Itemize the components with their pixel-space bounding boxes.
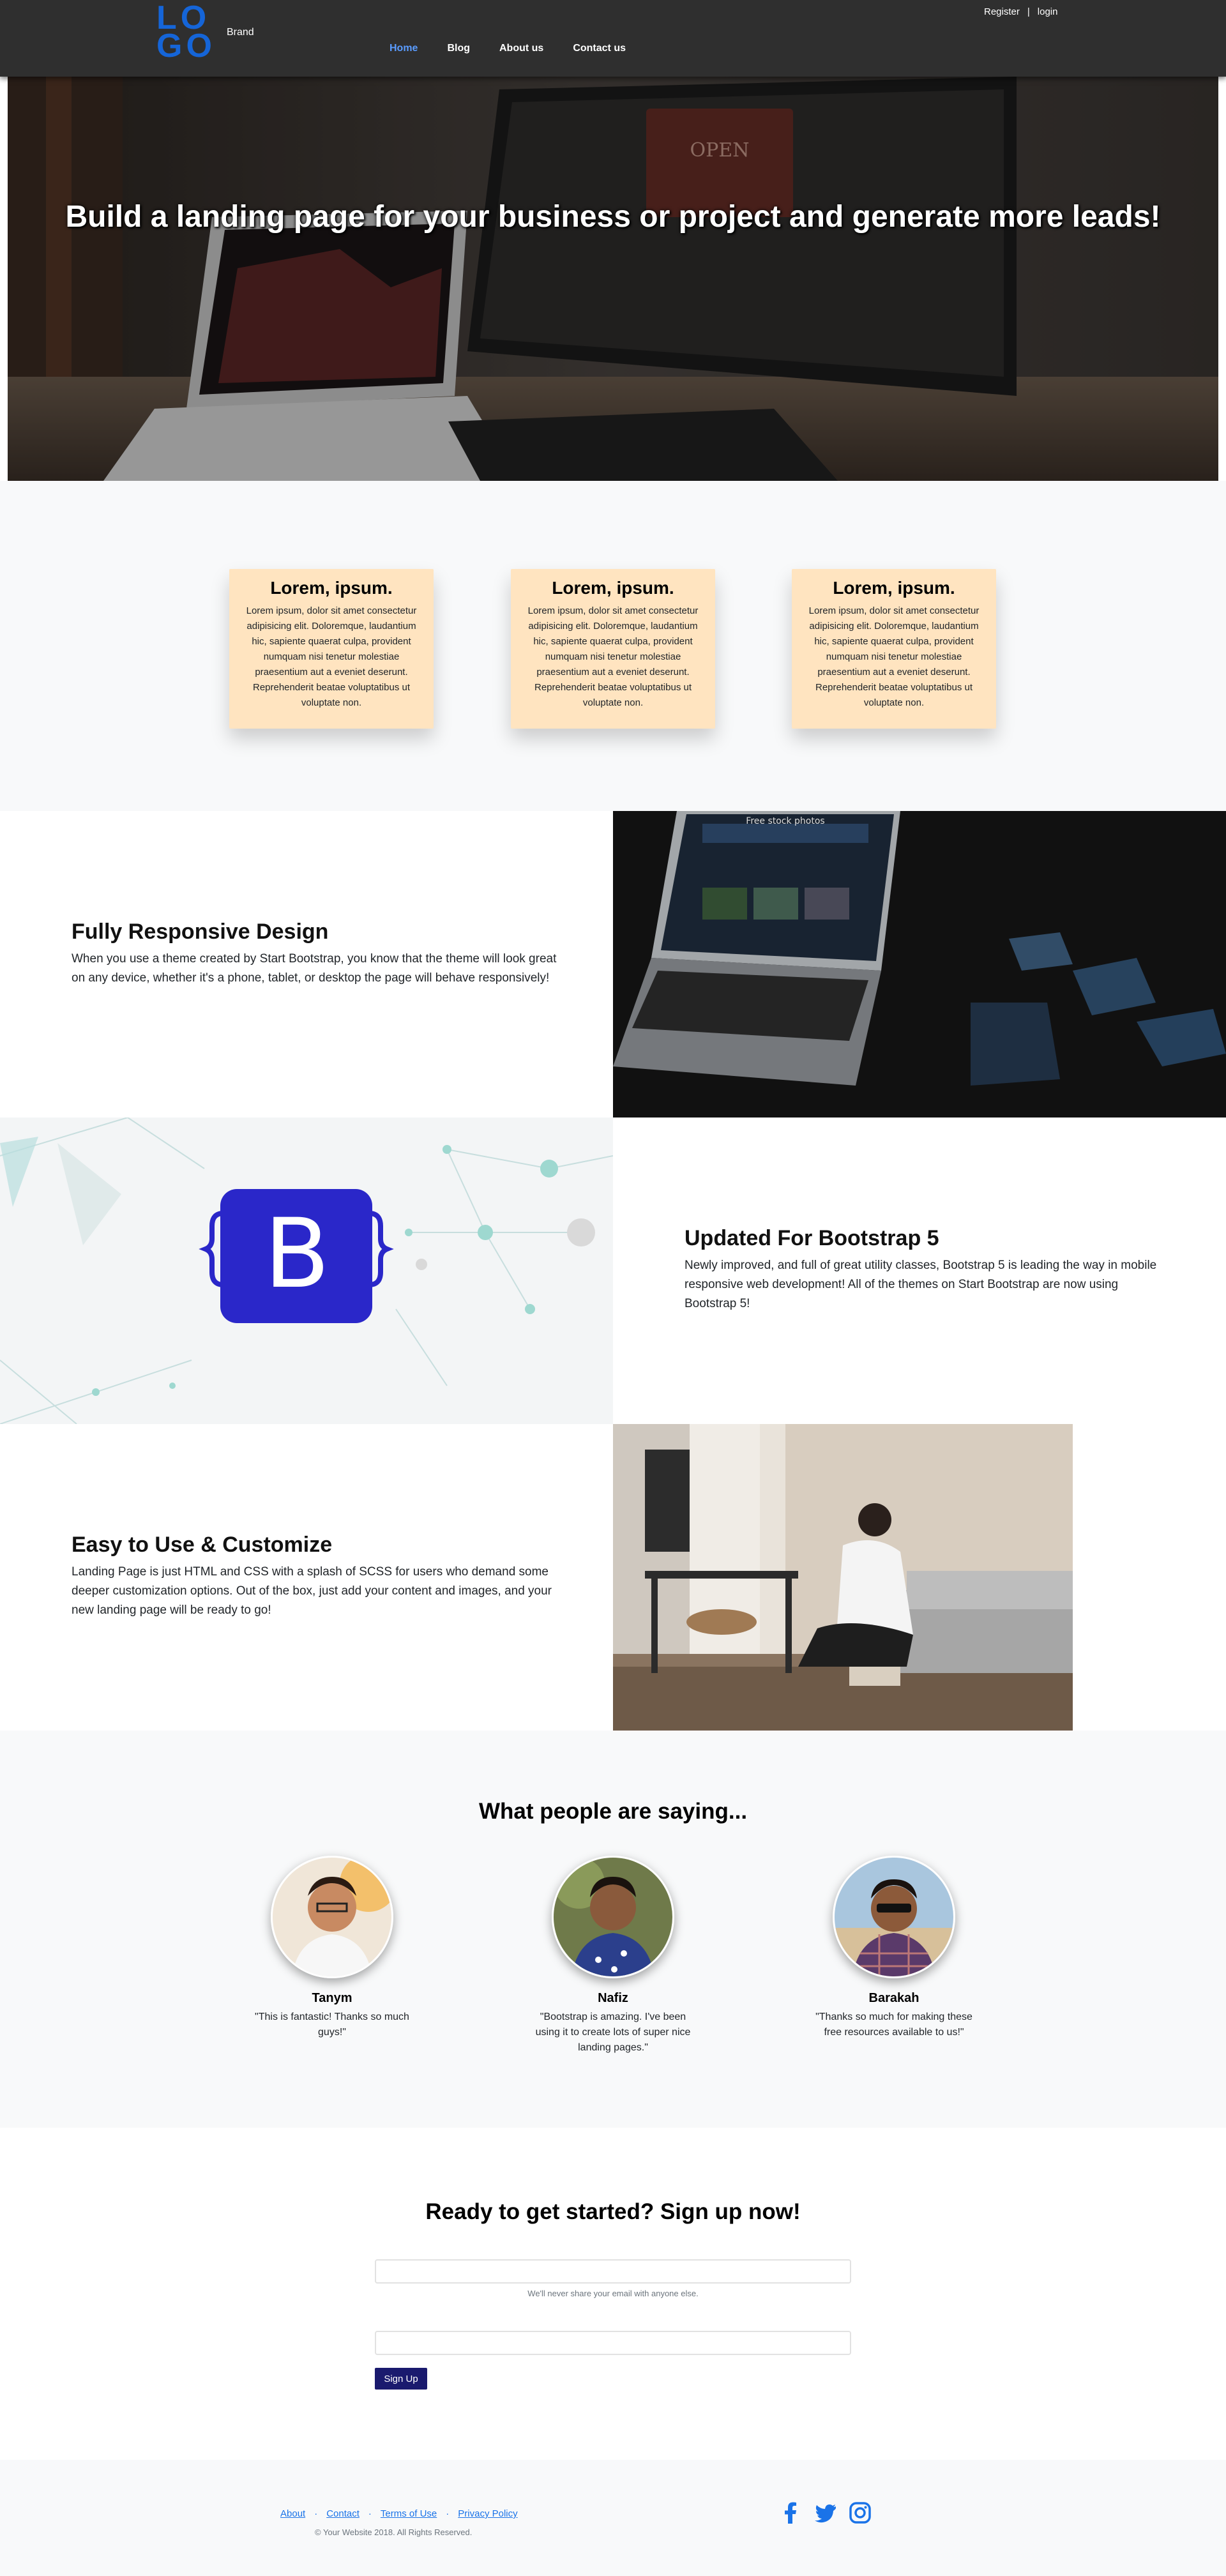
login-link[interactable]: login (1038, 6, 1058, 17)
hero-background-image: OPEN (8, 77, 1218, 481)
bootstrap-logo-icon: B (264, 1199, 330, 1310)
testimonial-card: Nafiz "Bootstrap is amazing. I've been u… (517, 1856, 709, 2056)
logo[interactable]: LO GO (156, 1, 216, 64)
footer-link-contact[interactable]: Contact (326, 2508, 359, 2519)
testimonials-heading: What people are saying... (478, 1799, 748, 1824)
register-link[interactable]: Register (984, 6, 1020, 17)
footer: About · Contact · Terms of Use · Privacy… (0, 2460, 1226, 2576)
testimonial-name: Barakah (868, 1991, 920, 2005)
social-links (780, 2502, 871, 2524)
nav-contact[interactable]: Contact us (573, 43, 626, 54)
nav-blog[interactable]: Blog (447, 43, 470, 54)
showcase-title: Fully Responsive Design (72, 920, 329, 944)
feature-card: Lorem, ipsum. Lorem ipsum, dolor sit ame… (511, 569, 715, 729)
showcase-bootstrap: B Updated For Bootstrap 5 Newly improved… (0, 1118, 1226, 1424)
auth-separator: | (1027, 6, 1030, 17)
showcase-description: Landing Page is just HTML and CSS with a… (72, 1565, 552, 1617)
feature-text: Lorem ipsum, dolor sit amet consectetur … (808, 605, 980, 708)
showcase-customize: Easy to Use & Customize Landing Page is … (0, 1424, 1226, 1731)
testimonial-quote: "Bootstrap is amazing. I've been using i… (535, 2012, 691, 2053)
feature-title: Lorem, ipsum. (552, 578, 674, 598)
showcase-text: Updated For Bootstrap 5 Newly improved, … (685, 1226, 1170, 1314)
sign-up-button[interactable]: Sign Up (375, 2368, 427, 2390)
footer-link-privacy[interactable]: Privacy Policy (458, 2508, 517, 2519)
avatar (552, 1856, 674, 1978)
nav-about[interactable]: About us (499, 43, 543, 54)
brand-name[interactable]: Brand (227, 27, 254, 38)
feature-text: Lorem ipsum, dolor sit amet consectetur … (527, 605, 699, 708)
showcase-responsive: Fully Responsive Design When you use a t… (0, 811, 1226, 1118)
feature-card: Lorem, ipsum. Lorem ipsum, dolor sit ame… (229, 569, 434, 729)
password-field[interactable] (375, 2331, 851, 2355)
avatar (833, 1856, 955, 1978)
hero-banner: OPEN Build a landing page for your busin… (8, 77, 1218, 481)
logo-bottom: GO (156, 27, 216, 64)
feature-card: Lorem, ipsum. Lorem ipsum, dolor sit ame… (792, 569, 996, 729)
footer-links: About · Contact · Terms of Use · Privacy… (280, 2508, 518, 2519)
email-help-text: We'll never share your email with anyone… (527, 2289, 699, 2298)
instagram-icon[interactable] (849, 2502, 871, 2524)
footer-link-about[interactable]: About (280, 2508, 305, 2519)
nav-home[interactable]: Home (390, 43, 418, 54)
showcase-image-bootstrap: B (0, 1118, 613, 1424)
feature-text: Lorem ipsum, dolor sit amet consectetur … (246, 605, 417, 708)
testimonial-quote: "Thanks so much for making these free re… (815, 2012, 972, 2038)
email-field[interactable] (375, 2259, 851, 2284)
testimonials-section: What people are saying... Tanym "This is… (0, 1731, 1226, 2128)
signup-heading: Ready to get started? Sign up now! (425, 2199, 801, 2224)
hero-title: Build a landing page for your business o… (65, 200, 1161, 234)
showcase-text: Fully Responsive Design When you use a t… (72, 920, 557, 988)
feature-title: Lorem, ipsum. (270, 578, 393, 598)
features-section: Lorem, ipsum. Lorem ipsum, dolor sit ame… (0, 481, 1226, 811)
showcase-image-devices: Free stock photos (613, 811, 1226, 1118)
testimonial-card: Barakah "Thanks so much for making these… (798, 1856, 990, 2040)
testimonial-card: Tanym "This is fantastic! Thanks so much… (236, 1856, 428, 2040)
showcase-title: Updated For Bootstrap 5 (685, 1226, 939, 1250)
showcase-description: Newly improved, and full of great utilit… (685, 1259, 1157, 1310)
footer-separator: · (446, 2508, 450, 2519)
facebook-icon[interactable] (780, 2502, 802, 2524)
signup-section: Ready to get started? Sign up now! We'll… (0, 2128, 1226, 2460)
footer-link-terms[interactable]: Terms of Use (381, 2508, 437, 2519)
footer-separator: · (368, 2508, 372, 2519)
testimonial-name: Tanym (312, 1991, 352, 2005)
testimonial-quote: "This is fantastic! Thanks so much guys!… (255, 2012, 409, 2038)
showcase-description: When you use a theme created by Start Bo… (72, 952, 557, 985)
showcase-text: Easy to Use & Customize Landing Page is … (72, 1533, 557, 1620)
twitter-icon[interactable] (815, 2502, 836, 2524)
footer-separator: · (314, 2508, 318, 2519)
navbar: LO GO Brand Home Blog About us Contact u… (0, 0, 1226, 77)
auth-links: Register | login (984, 6, 1057, 17)
feature-title: Lorem, ipsum. (833, 578, 955, 598)
showcase-image-woman-laptop (613, 1424, 1073, 1731)
showcase-title: Easy to Use & Customize (72, 1533, 333, 1557)
copyright: © Your Website 2018. All Rights Reserved… (315, 2527, 473, 2537)
testimonial-name: Nafiz (598, 1991, 628, 2005)
avatar (271, 1856, 393, 1978)
main-nav: Home Blog About us Contact us (390, 43, 655, 54)
